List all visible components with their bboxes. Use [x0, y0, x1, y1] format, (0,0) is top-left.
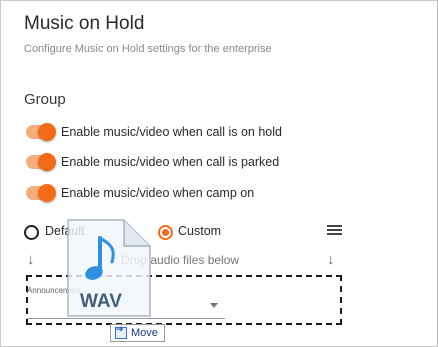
toggle-row-hold[interactable]: Enable music/video when call is on hold — [26, 122, 282, 142]
parked-toggle-label: Enable music/video when call is parked — [61, 155, 280, 169]
move-tooltip: Move — [110, 324, 165, 342]
default-radio[interactable] — [24, 225, 39, 240]
announcement-select[interactable] — [27, 318, 225, 319]
parked-toggle[interactable] — [26, 153, 56, 171]
arrow-down-icon: ↓ — [27, 251, 35, 268]
page-subtitle: Configure Music on Hold settings for the… — [24, 43, 272, 55]
toggle-row-camp-on[interactable]: Enable music/video when camp on — [26, 183, 254, 203]
chevron-down-icon[interactable] — [210, 303, 218, 308]
custom-radio-label[interactable]: Custom — [178, 224, 221, 238]
toggle-row-parked[interactable]: Enable music/video when call is parked — [26, 152, 279, 172]
move-tooltip-label: Move — [131, 327, 158, 339]
file-type-label: WAV — [80, 291, 122, 312]
camp-on-toggle[interactable] — [26, 184, 56, 202]
group-section-title: Group — [24, 91, 66, 108]
arrow-down-icon: ↓ — [327, 251, 335, 268]
move-arrow-icon — [115, 325, 127, 339]
hold-toggle[interactable] — [26, 123, 56, 141]
page-title: Music on Hold — [24, 13, 145, 34]
custom-radio[interactable] — [158, 225, 173, 240]
menu-icon[interactable] — [327, 225, 342, 236]
camp-on-toggle-label: Enable music/video when camp on — [61, 186, 255, 200]
audio-file-icon: WAV — [67, 219, 151, 317]
hold-toggle-label: Enable music/video when call is on hold — [61, 125, 282, 139]
